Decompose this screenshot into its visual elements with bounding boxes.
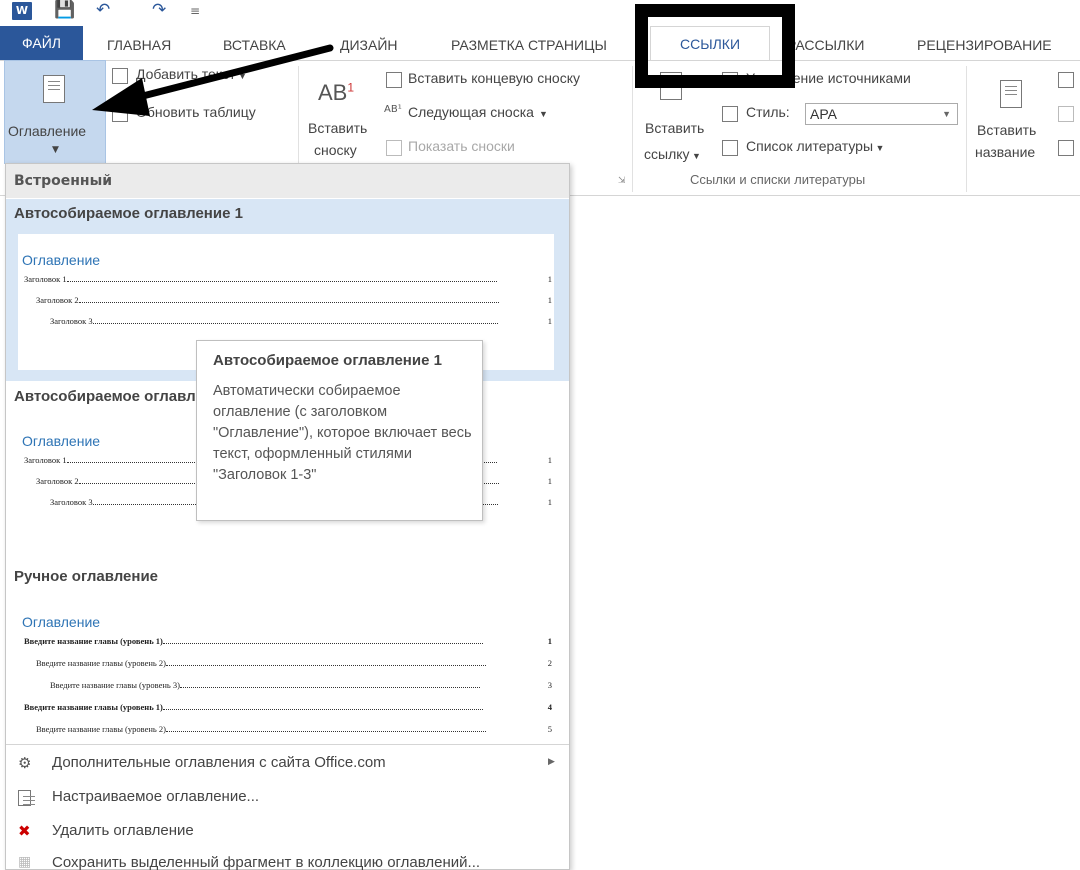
preview-line-page: 1: [547, 316, 552, 326]
preview-line-page: 2: [547, 658, 552, 668]
menu-separator: [6, 744, 569, 745]
menu-item-remove-toc[interactable]: ✖ Удалить оглавление: [6, 816, 569, 848]
menu-item-label: Сохранить выделенный фрагмент в коллекци…: [52, 854, 481, 870]
menu-item-label: Настраиваемое оглавление...: [52, 788, 260, 805]
preview-line-text: Заголовок 2: [36, 295, 79, 305]
menu-item-label: Дополнительные оглавления с сайта Office…: [52, 754, 386, 771]
gallery-preview: Оглавление Введите название главы (урове…: [18, 596, 554, 741]
preview-line-text: Введите название главы (уровень 1): [24, 636, 163, 646]
preview-line-page: 1: [547, 455, 552, 465]
preview-line-page: 4: [547, 702, 552, 712]
tooltip-body: Автоматически собираемое оглавление (с з…: [213, 383, 472, 483]
preview-line-text: Введите название главы (уровень 1): [24, 702, 163, 712]
remove-icon: ✖: [18, 822, 31, 840]
menu-item-more-toc-office[interactable]: ⚙ Дополнительные оглавления с сайта Offi…: [6, 748, 569, 780]
preview-line-text: Заголовок 1: [24, 274, 67, 284]
preview-line-page: 3: [547, 680, 552, 690]
preview-line-page: 1: [547, 274, 552, 284]
tooltip-title: Автособираемое оглавление 1: [213, 352, 442, 369]
preview-line-text: Заголовок 3: [50, 316, 93, 326]
preview-line-text: Заголовок 3: [50, 497, 93, 507]
preview-line-text: Заголовок 1: [24, 455, 67, 465]
preview-line: Введите название главы (уровень 1) 4: [24, 702, 552, 712]
preview-line-text: Заголовок 2: [36, 476, 79, 486]
preview-line-text: Введите название главы (уровень 3): [50, 680, 180, 690]
preview-line: Введите название главы (уровень 1) 1: [24, 636, 552, 646]
preview-line: Введите название главы (уровень 3) 3: [50, 680, 552, 690]
preview-line: Заголовок 1 1: [24, 274, 552, 284]
office-web-icon: ⚙: [18, 754, 32, 772]
preview-line: Введите название главы (уровень 2) 2: [36, 658, 552, 668]
gallery-item-title: Ручное оглавление: [14, 568, 159, 585]
preview-line-text: Введите название главы (уровень 2): [36, 724, 166, 734]
gallery-item-title: Автособираемое оглавление 1: [14, 205, 243, 222]
preview-heading: Оглавление: [22, 433, 101, 449]
annotation-arrow-icon: [92, 44, 334, 116]
preview-line-text: Введите название главы (уровень 2): [36, 658, 166, 668]
preview-line: Заголовок 3 1: [50, 316, 552, 326]
menu-item-save-selection[interactable]: ▦ Сохранить выделенный фрагмент в коллек…: [6, 850, 569, 870]
tooltip: Автособираемое оглавление 1 Автоматическ…: [196, 340, 483, 521]
document-icon: [18, 790, 35, 808]
preview-line: Введите название главы (уровень 2) 5: [36, 724, 552, 734]
preview-line-page: 1: [547, 497, 552, 507]
preview-line-page: 1: [547, 476, 552, 486]
save-selection-icon: ▦: [18, 854, 32, 870]
preview-line-page: 5: [547, 724, 552, 734]
preview-line: Заголовок 2 1: [36, 295, 552, 305]
preview-line-page: 1: [547, 295, 552, 305]
gallery-item-manual-toc[interactable]: Ручное оглавление Оглавление Введите наз…: [6, 564, 569, 742]
chevron-right-icon: ▶: [548, 757, 555, 767]
preview-line-page: 1: [547, 636, 552, 646]
preview-heading: Оглавление: [22, 614, 101, 630]
menu-item-custom-toc[interactable]: Настраиваемое оглавление...: [6, 782, 569, 814]
menu-item-label: Удалить оглавление: [52, 822, 194, 839]
preview-heading: Оглавление: [22, 252, 101, 268]
